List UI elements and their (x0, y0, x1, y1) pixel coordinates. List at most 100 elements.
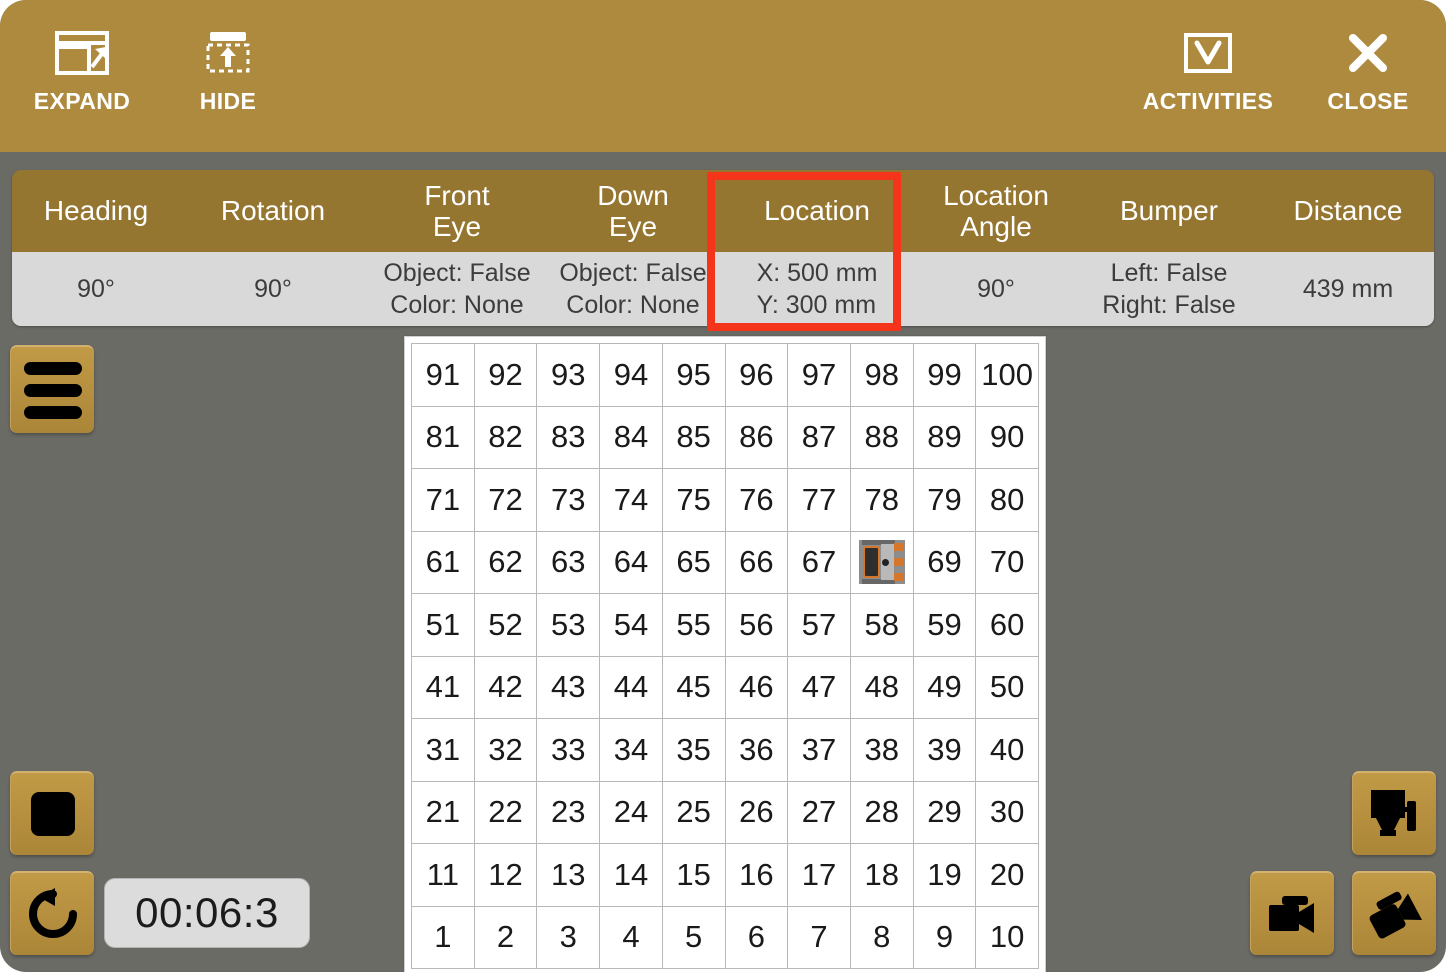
grid-cell[interactable]: 75 (662, 469, 726, 532)
grid-cell[interactable]: 57 (788, 594, 851, 657)
grid-cell[interactable]: 21 (412, 781, 475, 844)
grid-cell[interactable]: 95 (662, 344, 726, 407)
grid-cell[interactable]: 33 (537, 719, 601, 782)
grid-cell[interactable]: 51 (412, 594, 475, 657)
grid-cell[interactable]: 53 (537, 594, 601, 657)
replay-button[interactable] (10, 871, 94, 955)
grid-cell[interactable]: 77 (788, 469, 851, 532)
grid-cell[interactable]: 54 (600, 594, 663, 657)
grid-cell[interactable]: 67 (788, 531, 851, 594)
grid-cell[interactable]: 81 (412, 406, 475, 469)
camera-side-button[interactable] (1250, 871, 1334, 955)
camera-overhead-button[interactable] (1352, 771, 1436, 855)
grid-cell[interactable]: 30 (976, 781, 1039, 844)
close-button[interactable]: CLOSE (1303, 22, 1433, 134)
grid-cell[interactable]: 91 (412, 344, 475, 407)
grid-cell[interactable]: 11 (412, 844, 475, 907)
grid-cell[interactable]: 29 (913, 781, 977, 844)
grid-cell[interactable]: 27 (788, 781, 851, 844)
grid-cell[interactable]: 92 (474, 344, 538, 407)
grid-cell[interactable]: 87 (788, 406, 851, 469)
grid-cell[interactable]: 20 (976, 844, 1039, 907)
numbered-grid[interactable]: 91 92 93 94 95 96 97 98 99 100 81 82 83 84 85 86 87 88 89 9… (411, 343, 1039, 969)
grid-cell[interactable]: 39 (913, 719, 977, 782)
grid-cell[interactable]: 66 (725, 531, 789, 594)
grid-cell[interactable]: 19 (913, 844, 977, 907)
grid-cell[interactable]: 82 (474, 406, 538, 469)
grid-cell[interactable]: 65 (662, 531, 726, 594)
grid-cell[interactable]: 34 (600, 719, 663, 782)
grid-cell[interactable]: 28 (850, 781, 914, 844)
grid-cell[interactable]: 49 (913, 656, 977, 719)
grid-cell[interactable]: 72 (474, 469, 538, 532)
grid-cell[interactable]: 56 (725, 594, 789, 657)
grid-cell[interactable]: 6 (725, 906, 789, 969)
grid-cell[interactable]: 64 (600, 531, 663, 594)
grid-cell[interactable]: 78 (850, 469, 914, 532)
grid-cell[interactable]: 43 (537, 656, 601, 719)
grid-cell[interactable]: 2 (474, 906, 538, 969)
grid-cell[interactable]: 4 (600, 906, 663, 969)
grid-cell[interactable]: 62 (474, 531, 538, 594)
activities-button[interactable]: ACTIVITIES (1133, 22, 1283, 134)
grid-cell[interactable]: 94 (600, 344, 663, 407)
grid-cell[interactable]: 16 (725, 844, 789, 907)
grid-cell[interactable]: 71 (412, 469, 475, 532)
grid-cell[interactable]: 26 (725, 781, 789, 844)
camera-angled-button[interactable] (1352, 871, 1436, 955)
grid-cell[interactable]: 76 (725, 469, 789, 532)
grid-cell[interactable]: 7 (788, 906, 851, 969)
grid-cell[interactable]: 55 (662, 594, 726, 657)
grid-cell[interactable]: 79 (913, 469, 977, 532)
grid-cell[interactable]: 44 (600, 656, 663, 719)
grid-cell[interactable]: 38 (850, 719, 914, 782)
grid-cell[interactable]: 37 (788, 719, 851, 782)
grid-cell[interactable]: 14 (600, 844, 663, 907)
grid-cell[interactable]: 42 (474, 656, 538, 719)
grid-cell-robot[interactable] (850, 531, 914, 594)
grid-cell[interactable]: 23 (537, 781, 601, 844)
grid-cell[interactable]: 35 (662, 719, 726, 782)
grid-cell[interactable]: 58 (850, 594, 914, 657)
hide-button[interactable]: HIDE (153, 22, 303, 134)
grid-cell[interactable]: 15 (662, 844, 726, 907)
grid-cell[interactable]: 46 (725, 656, 789, 719)
grid-cell[interactable]: 45 (662, 656, 726, 719)
grid-cell[interactable]: 84 (600, 406, 663, 469)
grid-cell[interactable]: 70 (976, 531, 1039, 594)
grid-cell[interactable]: 3 (537, 906, 601, 969)
grid-cell[interactable]: 60 (976, 594, 1039, 657)
grid-cell[interactable]: 5 (662, 906, 726, 969)
grid-cell[interactable]: 12 (474, 844, 538, 907)
grid-cell[interactable]: 69 (913, 531, 977, 594)
expand-button[interactable]: EXPAND (7, 22, 157, 134)
grid-cell[interactable]: 41 (412, 656, 475, 719)
grid-cell[interactable]: 13 (537, 844, 601, 907)
grid-cell[interactable]: 1 (412, 906, 475, 969)
grid-cell[interactable]: 47 (788, 656, 851, 719)
grid-cell[interactable]: 52 (474, 594, 538, 657)
grid-cell[interactable]: 48 (850, 656, 914, 719)
grid-cell[interactable]: 100 (976, 344, 1039, 407)
grid-cell[interactable]: 17 (788, 844, 851, 907)
grid-cell[interactable]: 36 (725, 719, 789, 782)
grid-cell[interactable]: 89 (913, 406, 977, 469)
grid-cell[interactable]: 85 (662, 406, 726, 469)
grid-cell[interactable]: 31 (412, 719, 475, 782)
grid-cell[interactable]: 73 (537, 469, 601, 532)
grid-cell[interactable]: 32 (474, 719, 538, 782)
grid-cell[interactable]: 25 (662, 781, 726, 844)
grid-cell[interactable]: 93 (537, 344, 601, 407)
grid-cell[interactable]: 10 (976, 906, 1039, 969)
grid-cell[interactable]: 9 (913, 906, 977, 969)
grid-cell[interactable]: 80 (976, 469, 1039, 532)
grid-cell[interactable]: 22 (474, 781, 538, 844)
grid-cell[interactable]: 8 (850, 906, 914, 969)
grid-cell[interactable]: 97 (788, 344, 851, 407)
grid-cell[interactable]: 83 (537, 406, 601, 469)
grid-cell[interactable]: 88 (850, 406, 914, 469)
grid-cell[interactable]: 74 (600, 469, 663, 532)
grid-cell[interactable]: 63 (537, 531, 601, 594)
grid-cell[interactable]: 50 (976, 656, 1039, 719)
grid-cell[interactable]: 98 (850, 344, 914, 407)
